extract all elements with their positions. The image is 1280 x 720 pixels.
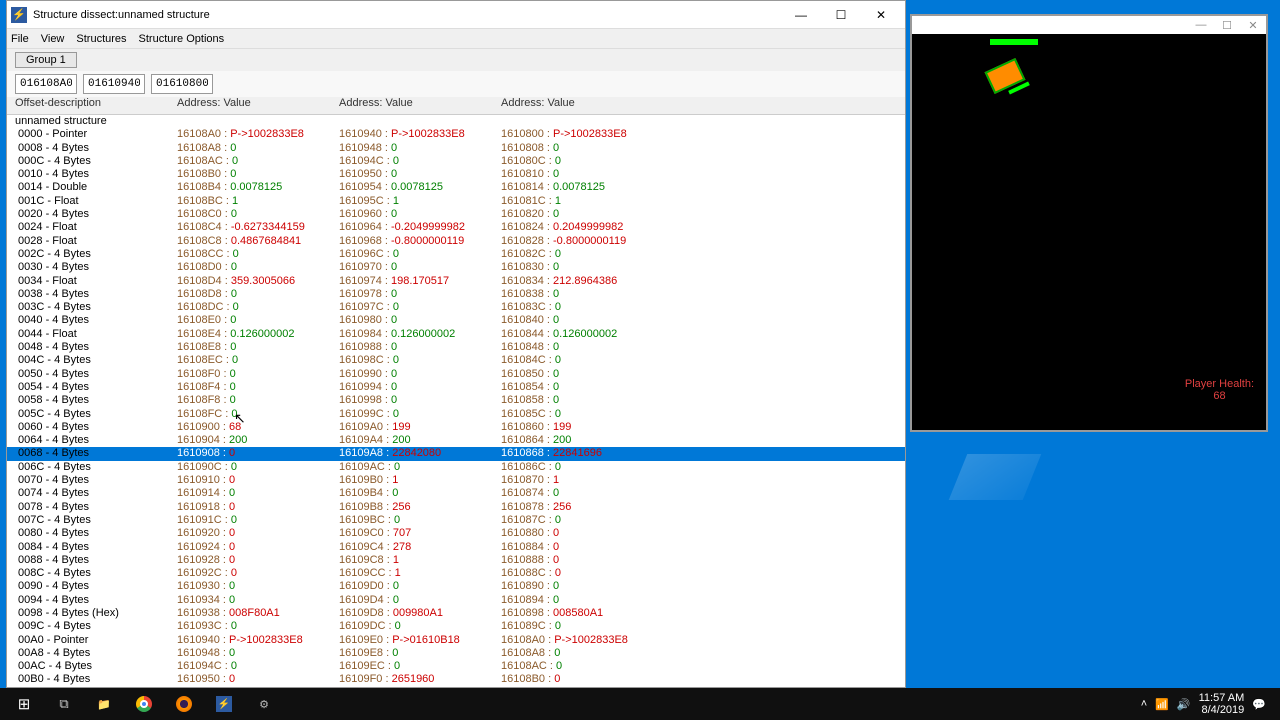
structure-row[interactable]: 0064 - 4 Bytes1610904 : 20016109A4 : 200… [7, 434, 905, 447]
structure-row[interactable]: 0068 - 4 Bytes1610908 : 016109A8 : 22842… [7, 447, 905, 460]
structure-row[interactable]: 000C - 4 Bytes16108AC : 0161094C : 01610… [7, 155, 905, 168]
minimize-button[interactable]: — [781, 1, 821, 28]
structure-row[interactable]: 004C - 4 Bytes16108EC : 0161098C : 01610… [7, 354, 905, 367]
structure-row[interactable]: 00A0 - Pointer1610940 : P->1002833E81610… [7, 634, 905, 647]
structure-row[interactable]: 008C - 4 Bytes161092C : 016109CC : 11610… [7, 567, 905, 580]
maximize-button[interactable]: ☐ [821, 1, 861, 28]
menu-structures[interactable]: Structures [76, 33, 126, 45]
titlebar[interactable]: ⚡ Structure dissect:unnamed structure — … [7, 1, 905, 29]
game-canvas[interactable]: Player Health: 68 [912, 34, 1266, 430]
taskbar[interactable]: ⊞ ⧉ 📁 ⚡ ⚙ ˄ 📶 🔊 11:57 AM 8/4/2019 💬 [0, 688, 1280, 720]
structure-row[interactable]: 009C - 4 Bytes161093C : 016109DC : 01610… [7, 620, 905, 633]
app-firefox-icon[interactable] [164, 688, 204, 720]
structure-row[interactable]: 0070 - 4 Bytes1610910 : 016109B0 : 11610… [7, 474, 905, 487]
structure-name[interactable]: unnamed structure [7, 115, 905, 128]
task-view-button[interactable]: ⧉ [44, 688, 84, 720]
structure-row[interactable]: 0008 - 4 Bytes16108A8 : 01610948 : 01610… [7, 142, 905, 155]
address-inputs-row [7, 71, 905, 97]
structure-row[interactable]: 0044 - Float16108E4 : 0.1260000021610984… [7, 328, 905, 341]
game-maximize-button[interactable]: ☐ [1214, 19, 1240, 32]
menu-file[interactable]: File [11, 33, 29, 45]
structure-row[interactable]: 0020 - 4 Bytes16108C0 : 01610960 : 01610… [7, 208, 905, 221]
structure-row[interactable]: 0028 - Float16108C8 : 0.4867684841161096… [7, 235, 905, 248]
structure-row[interactable]: 0078 - 4 Bytes1610918 : 016109B8 : 25616… [7, 501, 905, 514]
structure-row[interactable]: 0074 - 4 Bytes1610914 : 016109B4 : 01610… [7, 487, 905, 500]
structure-row[interactable]: 0034 - Float16108D4 : 359.30050661610974… [7, 275, 905, 288]
structure-row[interactable]: 001C - Float16108BC : 1161095C : 1161081… [7, 195, 905, 208]
address-input-3[interactable] [151, 74, 213, 94]
structure-row[interactable]: 00B0 - 4 Bytes1610950 : 016109F0 : 26519… [7, 673, 905, 686]
cheat-engine-icon: ⚡ [11, 7, 27, 23]
close-button[interactable]: ✕ [861, 1, 901, 28]
structure-row[interactable]: 005C - 4 Bytes16108FC : 0161099C : 01610… [7, 408, 905, 421]
group-label[interactable]: Group 1 [15, 52, 77, 68]
app-chrome-icon[interactable] [124, 688, 164, 720]
structure-row[interactable]: 0080 - 4 Bytes1610920 : 016109C0 : 70716… [7, 527, 905, 540]
structure-row[interactable]: 006C - 4 Bytes161090C : 016109AC : 01610… [7, 461, 905, 474]
window-title: Structure dissect:unnamed structure [33, 9, 781, 21]
structure-row[interactable]: 003C - 4 Bytes16108DC : 0161097C : 01610… [7, 301, 905, 314]
group-row: Group 1 [7, 49, 905, 71]
structure-dissect-window: ⚡ Structure dissect:unnamed structure — … [6, 0, 906, 688]
player-health-label: Player Health: [1185, 378, 1254, 390]
structure-row[interactable]: 0094 - 4 Bytes1610934 : 016109D4 : 01610… [7, 594, 905, 607]
structure-row[interactable]: 007C - 4 Bytes161091C : 016109BC : 01610… [7, 514, 905, 527]
structure-row[interactable]: 0060 - 4 Bytes1610900 : 6816109A0 : 1991… [7, 421, 905, 434]
tray-chevron-icon[interactable]: ˄ [1141, 698, 1147, 710]
tray-notification-icon[interactable]: 💬 [1252, 698, 1266, 711]
menu-structure-options[interactable]: Structure Options [139, 33, 225, 45]
tray-volume-icon[interactable]: 🔊 [1177, 698, 1191, 711]
structure-row[interactable]: 0014 - Double16108B4 : 0.00781251610954 … [7, 181, 905, 194]
address-input-1[interactable] [15, 74, 77, 94]
player-health-value: 68 [1185, 390, 1254, 402]
structure-row[interactable]: 0030 - 4 Bytes16108D0 : 01610970 : 01610… [7, 261, 905, 274]
tray-clock[interactable]: 11:57 AM 8/4/2019 [1199, 692, 1245, 716]
app-cheat-engine-icon[interactable]: ⚡ [204, 688, 244, 720]
tank-sprite [978, 54, 1038, 104]
header-offset[interactable]: Offset-description [15, 97, 177, 114]
desktop-wallpaper-accent [949, 454, 1042, 500]
structure-row[interactable]: 0048 - 4 Bytes16108E8 : 01610988 : 01610… [7, 341, 905, 354]
structure-row[interactable]: 00A8 - 4 Bytes1610948 : 016109E8 : 01610… [7, 647, 905, 660]
header-addr-3[interactable]: Address: Value [501, 97, 663, 114]
structure-row[interactable]: 0088 - 4 Bytes1610928 : 016109C8 : 11610… [7, 554, 905, 567]
structure-tree[interactable]: unnamed structure 0000 - Pointer16108A0 … [7, 115, 905, 687]
app-gear-icon[interactable]: ⚙ [244, 688, 284, 720]
player-health-display: Player Health: 68 [1185, 374, 1254, 402]
enemy-health-bar [990, 39, 1038, 45]
system-tray[interactable]: ˄ 📶 🔊 11:57 AM 8/4/2019 💬 [1131, 692, 1276, 716]
structure-row[interactable]: 0058 - 4 Bytes16108F8 : 01610998 : 01610… [7, 394, 905, 407]
game-minimize-button[interactable]: — [1188, 19, 1214, 31]
column-headers: Offset-description Address: Value Addres… [7, 97, 905, 115]
tray-network-icon[interactable]: 📶 [1155, 698, 1169, 711]
header-addr-2[interactable]: Address: Value [339, 97, 501, 114]
structure-row[interactable]: 002C - 4 Bytes16108CC : 0161096C : 01610… [7, 248, 905, 261]
game-window: — ☐ ✕ Player Health: 68 [910, 14, 1268, 432]
structure-row[interactable]: 0000 - Pointer16108A0 : P->1002833E81610… [7, 128, 905, 141]
structure-row[interactable]: 0090 - 4 Bytes1610930 : 016109D0 : 01610… [7, 580, 905, 593]
structure-row[interactable]: 0038 - 4 Bytes16108D8 : 01610978 : 01610… [7, 288, 905, 301]
menu-view[interactable]: View [41, 33, 65, 45]
file-explorer-icon[interactable]: 📁 [84, 688, 124, 720]
structure-row[interactable]: 0010 - 4 Bytes16108B0 : 01610950 : 01610… [7, 168, 905, 181]
start-button[interactable]: ⊞ [4, 688, 44, 720]
menubar: File View Structures Structure Options [7, 29, 905, 49]
structure-row[interactable]: 0054 - 4 Bytes16108F4 : 01610994 : 01610… [7, 381, 905, 394]
header-addr-1[interactable]: Address: Value [177, 97, 339, 114]
game-close-button[interactable]: ✕ [1240, 19, 1266, 32]
address-input-2[interactable] [83, 74, 145, 94]
game-titlebar[interactable]: — ☐ ✕ [912, 16, 1266, 34]
structure-row[interactable]: 0084 - 4 Bytes1610924 : 016109C4 : 27816… [7, 541, 905, 554]
tray-date: 8/4/2019 [1199, 704, 1245, 716]
structure-row[interactable]: 0050 - 4 Bytes16108F0 : 01610990 : 01610… [7, 368, 905, 381]
tray-time: 11:57 AM [1199, 692, 1245, 704]
structure-row[interactable]: 0024 - Float16108C4 : -0.627334415916109… [7, 221, 905, 234]
structure-row[interactable]: 00AC - 4 Bytes161094C : 016109EC : 01610… [7, 660, 905, 673]
structure-row[interactable]: 0098 - 4 Bytes (Hex)1610938 : 008F80A116… [7, 607, 905, 620]
structure-row[interactable]: 0040 - 4 Bytes16108E0 : 01610980 : 01610… [7, 314, 905, 327]
